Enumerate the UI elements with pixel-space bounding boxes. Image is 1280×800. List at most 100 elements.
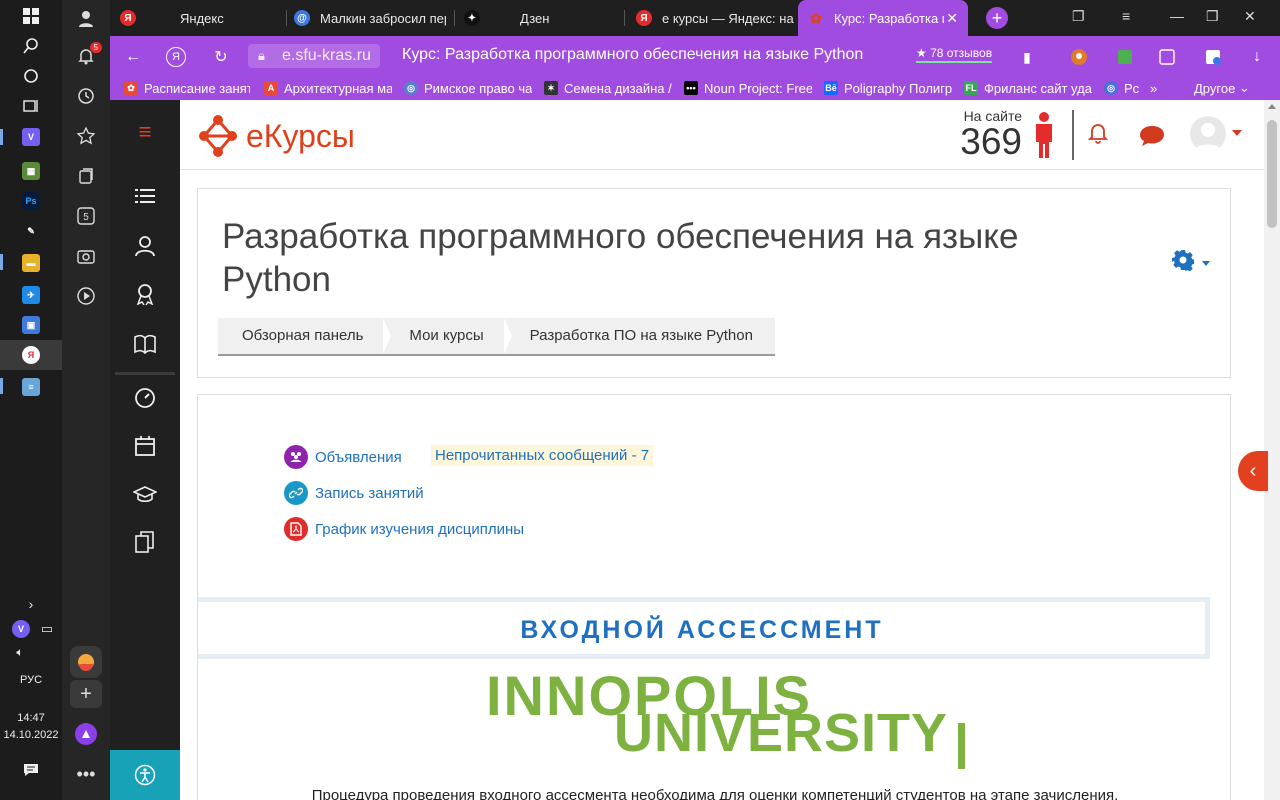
- course-index-list-icon[interactable]: [133, 184, 157, 208]
- clock-date[interactable]: 14.10.2022: [0, 729, 62, 741]
- badges-icon[interactable]: [133, 282, 157, 306]
- chevron-up-icon[interactable]: ›: [19, 592, 43, 616]
- announcements-link[interactable]: Объявления: [284, 445, 402, 469]
- unread-messages-badge[interactable]: Непрочитанных сообщений - 7: [431, 445, 654, 466]
- site-header: еКурсы На сайте 369: [180, 100, 1264, 170]
- extension-icon-4[interactable]: [1202, 46, 1224, 68]
- user-avatar[interactable]: [1190, 116, 1226, 152]
- reload-icon[interactable]: ↻: [210, 46, 232, 68]
- bookmark-item[interactable]: ✿ Расписание занят: [124, 79, 250, 97]
- downloads-menu-icon[interactable]: ≡: [1122, 8, 1130, 24]
- favorites-star-icon[interactable]: [74, 124, 98, 148]
- bookmark-item[interactable]: FL Фриланс сайт уда: [964, 79, 1092, 97]
- course-nav-drawer: ≡: [110, 100, 180, 800]
- lock-icon[interactable]: 🔒︎: [258, 44, 265, 68]
- video-play-icon[interactable]: [74, 284, 98, 308]
- new-tab-button[interactable]: +: [986, 7, 1008, 29]
- extension-icon-3[interactable]: [1156, 46, 1178, 68]
- bookmark-item[interactable]: ◎ Pc: [1104, 79, 1148, 97]
- task-view-icon[interactable]: [19, 94, 43, 118]
- breadcrumb-dashboard[interactable]: Обзорная панель: [218, 318, 392, 354]
- history-icon[interactable]: [74, 84, 98, 108]
- files-icon[interactable]: [133, 530, 157, 554]
- tab-manager-icon[interactable]: ❐: [1072, 8, 1085, 25]
- url-domain[interactable]: 🔒︎ e.sfu-kras.ru: [248, 44, 380, 68]
- add-app-icon[interactable]: +: [70, 680, 102, 708]
- page-scrollbar[interactable]: [1264, 100, 1280, 800]
- tabs-count-icon[interactable]: 5: [74, 204, 98, 228]
- notifications-bell-icon[interactable]: 5: [74, 42, 102, 68]
- action-center-icon[interactable]: [19, 758, 43, 782]
- bookmark-item[interactable]: A Архитектурная ма: [264, 79, 392, 97]
- bookmarks-overflow-icon[interactable]: »: [1150, 79, 1157, 97]
- restore-icon[interactable]: ❐: [1206, 8, 1219, 25]
- extension-icon-1[interactable]: [1068, 46, 1090, 68]
- clock-time[interactable]: 14:47: [0, 712, 62, 724]
- my-courses-cap-icon[interactable]: [133, 482, 157, 506]
- minimize-icon[interactable]: —: [1170, 8, 1184, 24]
- bookmark-item[interactable]: Bē Poligraphy Полигр: [824, 79, 952, 97]
- control-panel-icon[interactable]: ▣: [22, 316, 40, 334]
- bookmark-item[interactable]: ••• Noun Project: Free: [684, 79, 812, 97]
- gear-caret-icon[interactable]: [1202, 261, 1210, 266]
- ekursy-logo[interactable]: еКурсы: [196, 114, 355, 158]
- tab-mail[interactable]: @ Малкин забросил пер: [294, 0, 446, 36]
- profile-icon[interactable]: [74, 6, 98, 30]
- scroll-up-arrow-icon[interactable]: [1268, 104, 1276, 109]
- close-icon[interactable]: ✕: [946, 10, 958, 27]
- mail-icon: @: [294, 10, 310, 26]
- file-explorer-icon[interactable]: ▬: [22, 254, 40, 272]
- mail-app-icon[interactable]: ✈: [22, 286, 40, 304]
- bookmark-item[interactable]: ◎ Римское право ча: [404, 79, 532, 97]
- calculator-icon[interactable]: ▦: [22, 162, 40, 180]
- window-close-icon[interactable]: ✕: [1244, 8, 1256, 25]
- ekursy-logo-icon: [199, 115, 237, 157]
- back-arrow-icon[interactable]: ←: [122, 46, 144, 68]
- schedule-link[interactable]: График изучения дисциплины: [284, 517, 524, 541]
- photoshop-icon[interactable]: Ps: [22, 192, 40, 210]
- network-icon[interactable]: ▭: [35, 617, 59, 641]
- gear-icon[interactable]: [1172, 249, 1195, 277]
- viber-icon[interactable]: V: [22, 128, 40, 146]
- recording-link[interactable]: Запись занятий: [284, 481, 424, 505]
- volume-icon[interactable]: 🔈︎: [8, 640, 32, 664]
- downloads-icon[interactable]: ↓: [1246, 46, 1268, 68]
- notepad-icon[interactable]: ≡: [22, 378, 40, 396]
- right-drawer-toggle[interactable]: ‹: [1238, 451, 1268, 491]
- scroll-thumb[interactable]: [1267, 120, 1277, 228]
- language-indicator[interactable]: РУС: [0, 674, 62, 686]
- bookmark-item[interactable]: ✶ Семена дизайна /: [544, 79, 672, 97]
- bookmark-icon[interactable]: ▮: [1016, 46, 1038, 68]
- accessibility-button[interactable]: [110, 750, 180, 800]
- inkscape-icon[interactable]: ✎: [22, 222, 40, 240]
- breadcrumb-current-course[interactable]: Разработка ПО на языке Python: [506, 318, 775, 354]
- windows-start-icon[interactable]: [19, 4, 43, 28]
- yandex-browser-icon[interactable]: Я: [22, 346, 40, 364]
- tab-search[interactable]: Я е курсы — Яндекс: на: [636, 0, 796, 36]
- extension-icon-2[interactable]: [1114, 46, 1136, 68]
- search-icon[interactable]: [19, 34, 43, 58]
- address-page-title[interactable]: Курс: Разработка программного обеспечени…: [402, 46, 863, 64]
- calendar-icon[interactable]: [133, 434, 157, 458]
- alice-app-icon[interactable]: [70, 646, 102, 678]
- grades-book-icon[interactable]: [133, 332, 157, 356]
- tab-yandex[interactable]: Я Яндекс: [120, 0, 280, 36]
- user-menu-caret-icon[interactable]: [1232, 130, 1242, 136]
- dashboard-gauge-icon[interactable]: [133, 386, 157, 410]
- breadcrumb-my-courses[interactable]: Мои курсы: [385, 318, 512, 354]
- more-icon[interactable]: •••: [74, 762, 98, 786]
- cortana-icon[interactable]: [19, 64, 43, 88]
- yandex-logo-icon[interactable]: Я: [166, 47, 186, 67]
- reviews-badge[interactable]: ★ 78 отзывов: [916, 46, 993, 63]
- notifications-icon[interactable]: [1087, 122, 1109, 150]
- bookmarks-other-folder[interactable]: Другое ⌄: [1194, 79, 1250, 97]
- viber-tray-icon[interactable]: V: [12, 620, 30, 638]
- tab-course-active[interactable]: ✿ Курс: Разработка п ✕: [798, 0, 968, 36]
- hamburger-menu-icon[interactable]: ≡: [133, 119, 157, 144]
- messages-chat-icon[interactable]: [1138, 124, 1166, 153]
- collections-icon[interactable]: [74, 164, 98, 188]
- participants-icon[interactable]: [133, 234, 157, 258]
- alice-voice-icon[interactable]: [74, 722, 98, 746]
- tab-zen[interactable]: ✦ Дзен: [464, 0, 614, 36]
- screenshot-icon[interactable]: [74, 244, 98, 268]
